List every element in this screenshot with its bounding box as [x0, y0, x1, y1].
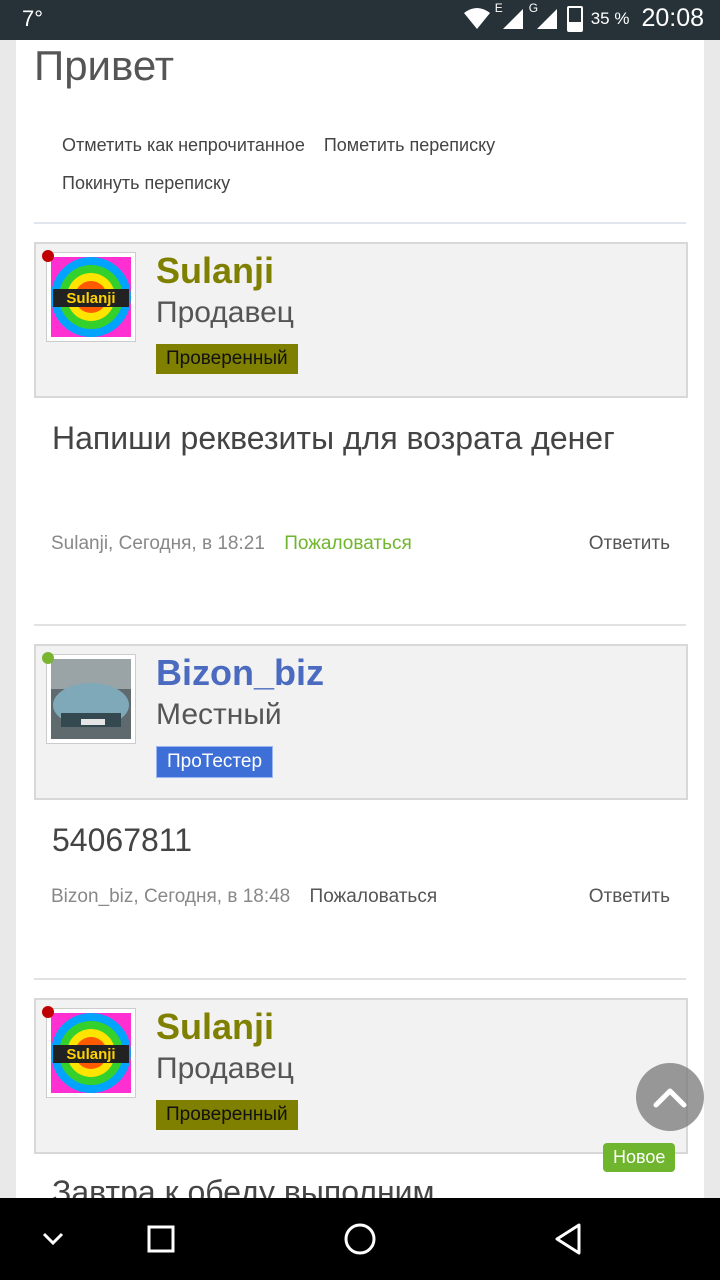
avatar[interactable]: Sulanji [46, 1008, 136, 1098]
clock: 20:08 [641, 4, 704, 32]
recent-apps-icon[interactable] [146, 1224, 176, 1254]
wifi-icon [463, 7, 490, 29]
back-icon[interactable] [553, 1222, 583, 1256]
scroll-to-top-button[interactable] [636, 1063, 704, 1131]
message-meta: Sulanji, Сегодня, в 18:21 Пожаловаться [51, 533, 412, 554]
username[interactable]: Sulanji [156, 1006, 274, 1048]
username[interactable]: Sulanji [156, 250, 274, 292]
divider [34, 978, 686, 980]
message-text: Завтра к обеду выполним [52, 1174, 435, 1198]
avatar-image [51, 659, 131, 739]
mark-unread-link[interactable]: Отметить как непрочитанное [62, 135, 305, 155]
avatar-image: Sulanji [51, 1013, 131, 1093]
navigation-bar [0, 1198, 720, 1280]
user-badge: Проверенный [156, 344, 298, 374]
user-role: Продавец [156, 1052, 294, 1085]
leave-conversation-link[interactable]: Покинуть переписку [62, 173, 230, 193]
reply-link[interactable]: Ответить [589, 533, 670, 555]
chevron-up-icon [653, 1088, 687, 1108]
avatar[interactable]: Sulanji [46, 252, 136, 342]
message-author-card: Sulanji Sulanji Продавец Проверенный [34, 242, 688, 398]
divider [34, 624, 686, 626]
conversation-page: Привет Отметить как непрочитанное Помети… [16, 40, 704, 1198]
signal-g-icon: G [529, 1, 559, 31]
user-badge: ПроТестер [156, 746, 274, 778]
reply-link[interactable]: Ответить [589, 886, 670, 908]
username[interactable]: Bizon_biz [156, 652, 324, 694]
message-author[interactable]: Bizon_biz [51, 886, 133, 907]
message-date[interactable]: Сегодня, в 18:48 [144, 886, 290, 907]
message-text: Напиши реквезиты для возрата денег [52, 420, 615, 456]
message-text: 54067811 [52, 822, 192, 858]
conversation-title: Привет [34, 42, 175, 89]
battery-percent: 35 % [590, 8, 630, 28]
battery-icon [566, 5, 583, 32]
signal-e-icon: E [495, 1, 525, 31]
user-role: Местный [156, 698, 282, 731]
online-status-dot [42, 1006, 54, 1018]
svg-text:Sulanji: Sulanji [66, 1046, 115, 1063]
svg-text:Sulanji: Sulanji [66, 290, 115, 307]
message-author-card: Sulanji Sulanji Продавец Проверенный [34, 998, 688, 1154]
conversation-actions: Отметить как непрочитанное Пометить пере… [62, 126, 582, 202]
divider [34, 222, 686, 224]
chevron-down-icon[interactable] [40, 1228, 66, 1248]
report-link[interactable]: Пожаловаться [310, 886, 438, 907]
message-meta: Bizon_biz, Сегодня, в 18:48 Пожаловаться [51, 886, 438, 907]
status-bar: 7° E G 35 % 20:08 [0, 0, 720, 40]
avatar[interactable] [46, 654, 136, 744]
message-date[interactable]: Сегодня, в 18:21 [119, 533, 265, 554]
report-link[interactable]: Пожаловаться [284, 533, 412, 554]
user-role: Продавец [156, 296, 294, 329]
message-author[interactable]: Sulanji [51, 533, 108, 554]
temperature: 7° [22, 6, 44, 31]
user-badge: Проверенный [156, 1100, 298, 1130]
home-icon[interactable] [343, 1222, 377, 1256]
message-author-card: Bizon_biz Местный ПроТестер [34, 644, 688, 800]
online-status-dot [42, 652, 54, 664]
online-status-dot [42, 250, 54, 262]
new-badge: Новое [603, 1143, 676, 1172]
mark-conversation-link[interactable]: Пометить переписку [324, 135, 495, 155]
avatar-image: Sulanji [51, 257, 131, 337]
